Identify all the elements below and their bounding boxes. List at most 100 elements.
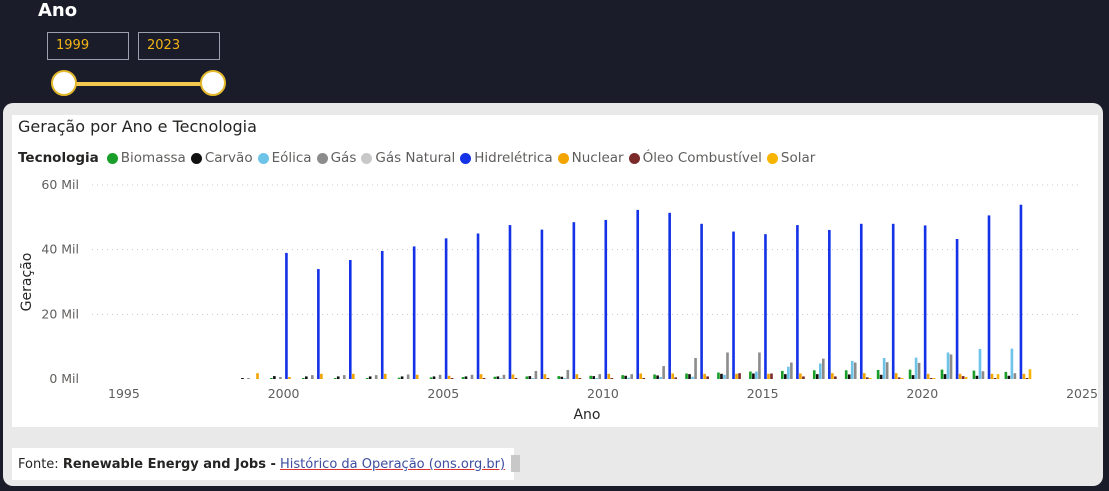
bar[interactable] — [607, 373, 611, 379]
bar[interactable] — [320, 373, 323, 379]
bar[interactable] — [368, 376, 372, 379]
bar[interactable] — [543, 374, 547, 379]
bar[interactable] — [958, 373, 962, 379]
bar[interactable] — [781, 370, 784, 379]
bar[interactable] — [352, 373, 355, 379]
bar[interactable] — [1022, 373, 1026, 379]
bar[interactable] — [990, 373, 994, 379]
bar[interactable] — [996, 374, 1000, 379]
bar[interactable] — [885, 362, 889, 379]
bar[interactable] — [514, 378, 518, 379]
bar[interactable] — [610, 378, 614, 379]
bar[interactable] — [717, 372, 720, 379]
slider-start-handle[interactable] — [51, 70, 77, 96]
bar[interactable] — [900, 378, 904, 379]
bar[interactable] — [668, 212, 671, 379]
bar[interactable] — [799, 373, 802, 379]
bar[interactable] — [764, 234, 767, 379]
bar[interactable] — [923, 225, 927, 379]
bar[interactable] — [770, 373, 773, 379]
bar[interactable] — [429, 377, 433, 379]
bar[interactable] — [828, 229, 831, 379]
bar[interactable] — [796, 225, 799, 379]
bar[interactable] — [720, 373, 723, 379]
bar[interactable] — [270, 378, 273, 379]
bar[interactable] — [1025, 378, 1029, 379]
bar[interactable] — [972, 370, 976, 379]
bar[interactable] — [534, 370, 538, 379]
bar[interactable] — [374, 375, 378, 379]
bar[interactable] — [755, 371, 758, 379]
bar[interactable] — [508, 225, 512, 379]
bar[interactable] — [630, 374, 633, 379]
bar[interactable] — [595, 378, 599, 379]
bar[interactable] — [499, 378, 503, 379]
bar[interactable] — [790, 362, 793, 379]
bar[interactable] — [940, 369, 944, 379]
bar[interactable] — [348, 260, 352, 379]
bar[interactable] — [383, 373, 387, 379]
bar[interactable] — [317, 269, 320, 379]
bar[interactable] — [438, 374, 442, 379]
year-range-slider-track[interactable] — [64, 82, 214, 86]
bar[interactable] — [397, 377, 401, 379]
end-year-input[interactable]: 2023 — [138, 32, 220, 60]
bar[interactable] — [288, 377, 291, 379]
bar[interactable] — [859, 223, 863, 379]
bar[interactable] — [592, 376, 596, 379]
bar[interactable] — [964, 377, 968, 379]
bar[interactable] — [802, 376, 805, 379]
bar[interactable] — [301, 378, 305, 379]
bar[interactable] — [691, 376, 694, 379]
bar[interactable] — [333, 378, 337, 379]
bar[interactable] — [464, 376, 468, 379]
bar[interactable] — [461, 377, 465, 379]
bar[interactable] — [694, 357, 697, 379]
bar[interactable] — [831, 373, 834, 379]
bar[interactable] — [444, 238, 448, 379]
bar[interactable] — [279, 377, 282, 379]
source-link[interactable]: Histórico da Operação (ons.org.br) — [280, 457, 505, 472]
bar[interactable] — [850, 360, 854, 379]
bar[interactable] — [479, 374, 483, 379]
bar[interactable] — [653, 374, 656, 379]
bar[interactable] — [882, 357, 886, 379]
bar[interactable] — [853, 362, 857, 379]
bar[interactable] — [662, 366, 665, 379]
bar[interactable] — [752, 373, 755, 379]
bar[interactable] — [914, 357, 918, 379]
bar[interactable] — [598, 374, 602, 379]
bar[interactable] — [943, 374, 947, 379]
bar[interactable] — [525, 376, 529, 379]
bar[interactable] — [572, 222, 576, 379]
bar[interactable] — [447, 375, 451, 379]
chart-visual[interactable]: Geração por Ano e Tecnologia Tecnologia … — [12, 115, 1098, 427]
bar[interactable] — [961, 376, 965, 379]
bar[interactable] — [546, 378, 550, 379]
bar[interactable] — [688, 374, 691, 379]
bar[interactable] — [975, 375, 979, 379]
bar[interactable] — [894, 373, 898, 379]
bar[interactable] — [876, 369, 880, 379]
bar[interactable] — [493, 376, 497, 379]
bar[interactable] — [560, 376, 564, 379]
bar[interactable] — [380, 250, 384, 379]
bar[interactable] — [726, 352, 729, 379]
bar[interactable] — [528, 376, 532, 379]
bar[interactable] — [703, 373, 706, 379]
bar[interactable] — [604, 219, 608, 379]
bar[interactable] — [949, 354, 953, 379]
bar[interactable] — [1028, 369, 1032, 379]
bar[interactable] — [735, 373, 738, 379]
bar[interactable] — [432, 376, 436, 379]
bar[interactable] — [926, 373, 930, 379]
bar[interactable] — [706, 376, 709, 379]
bar[interactable] — [256, 373, 259, 379]
bar[interactable] — [566, 369, 570, 379]
bar[interactable] — [917, 362, 921, 379]
bar[interactable] — [642, 378, 646, 379]
bar[interactable] — [738, 373, 741, 379]
bar[interactable] — [929, 378, 933, 379]
bar[interactable] — [406, 374, 410, 379]
bar[interactable] — [656, 375, 659, 379]
